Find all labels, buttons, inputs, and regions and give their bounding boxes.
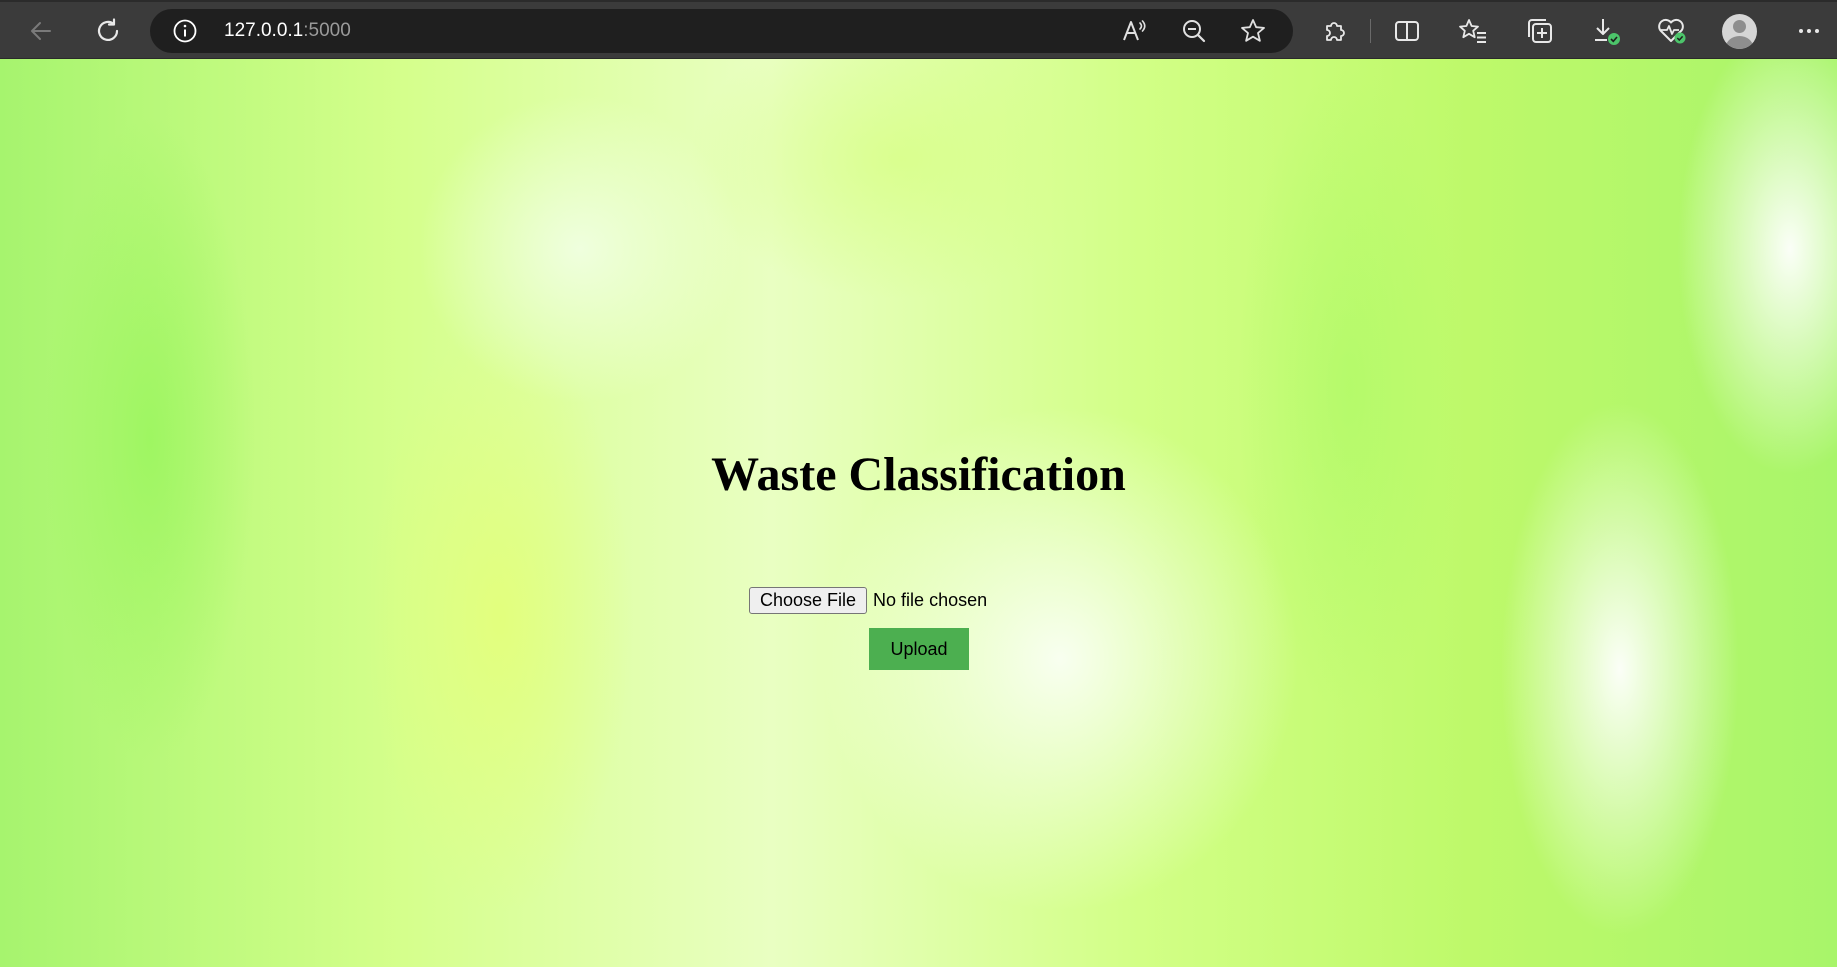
avatar-head <box>1733 20 1746 33</box>
url-text[interactable]: 127.0.0.1:5000 <box>224 9 351 53</box>
file-input[interactable]: Choose File No file chosen <box>749 586 987 614</box>
downloads-icon[interactable] <box>1586 11 1626 51</box>
file-status-text: No file chosen <box>873 589 988 610</box>
read-aloud-icon[interactable] <box>1119 16 1149 46</box>
more-menu-icon[interactable] <box>1789 11 1829 51</box>
upload-button[interactable]: Upload <box>869 628 969 670</box>
extensions-icon[interactable] <box>1315 11 1355 51</box>
browser-essentials-icon[interactable] <box>1652 11 1692 51</box>
address-bar[interactable]: 127.0.0.1:5000 <box>150 9 1293 53</box>
favorites-icon[interactable] <box>1453 11 1493 51</box>
avatar-body <box>1726 36 1753 49</box>
choose-file-button[interactable]: Choose File <box>749 586 868 614</box>
zoom-out-icon[interactable] <box>1179 16 1209 46</box>
url-port: :5000 <box>303 20 351 41</box>
page-title: Waste Classification <box>711 448 1126 501</box>
split-screen-icon[interactable] <box>1387 11 1427 51</box>
browser-toolbar: 127.0.0.1:5000 <box>0 0 1837 59</box>
collections-icon[interactable] <box>1520 11 1560 51</box>
favorite-star-icon[interactable] <box>1238 16 1268 46</box>
toolbar-divider <box>1370 19 1371 43</box>
site-info-icon[interactable] <box>172 18 198 44</box>
profile-avatar[interactable] <box>1722 14 1757 49</box>
back-icon[interactable] <box>21 11 61 51</box>
page-content: Waste Classification Choose File No file… <box>0 59 1837 967</box>
url-host: 127.0.0.1 <box>224 20 304 41</box>
refresh-icon[interactable] <box>88 11 128 51</box>
